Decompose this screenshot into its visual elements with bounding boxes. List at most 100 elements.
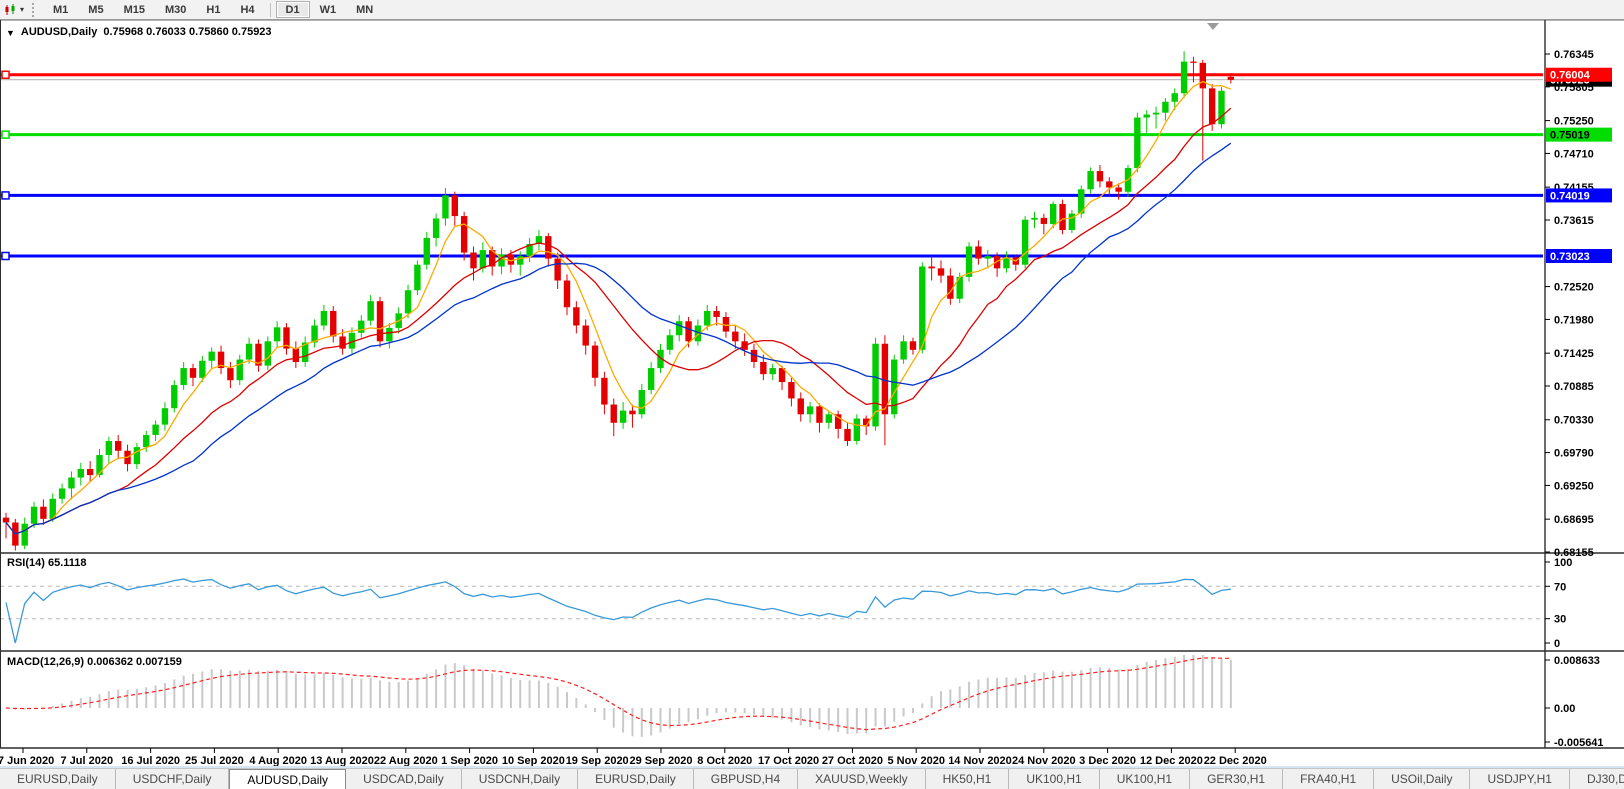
- date-axis-label: 22 Dec 2020: [1204, 755, 1267, 766]
- bear-candle: [713, 310, 720, 317]
- candlestick-chart-icon: [5, 3, 15, 15]
- bull-candle: [30, 506, 38, 524]
- bull-candle: [984, 256, 991, 259]
- bull-candle: [676, 321, 683, 336]
- price-axis-tick: 0.76345: [1554, 49, 1594, 61]
- chart-tab-USDCNH-Daily[interactable]: USDCNH,Daily: [462, 769, 579, 789]
- bull-candle: [96, 455, 103, 476]
- date-axis-label: 24 Nov 2020: [1012, 755, 1076, 766]
- date-axis-label: 10 Sep 2020: [502, 755, 565, 766]
- line-drag-handle[interactable]: [1, 251, 10, 261]
- macd-axis-tick: -0.005641: [1554, 737, 1604, 749]
- chart-tab-UK100-H1[interactable]: UK100,H1: [1100, 769, 1191, 789]
- chart-tab-GBPUSD-H4[interactable]: GBPUSD,H4: [694, 769, 799, 789]
- price-chart-canvas[interactable]: 0.763450.758050.752500.747100.741550.736…: [0, 0, 1624, 766]
- bear-candle: [554, 258, 561, 281]
- price-axis-tick: 0.71425: [1554, 348, 1594, 360]
- bull-candle: [245, 343, 253, 360]
- bull-candle: [58, 488, 66, 499]
- chart-title-ohlc: 0.75968 0.76033 0.75860 0.75923: [103, 26, 272, 38]
- chart-tab-USOil-Daily[interactable]: USOil,Daily: [1374, 769, 1471, 789]
- bear-candle: [507, 254, 515, 265]
- bull-candle: [404, 290, 412, 314]
- chart-tab-XAUUSD-Weekly[interactable]: XAUUSD,Weekly: [798, 769, 926, 789]
- timeframe-button-M15[interactable]: M15: [114, 1, 155, 18]
- price-axis-tick: 0.75250: [1554, 116, 1594, 128]
- toolbar-grip[interactable]: [32, 2, 39, 17]
- chart-tab-GER30-H1[interactable]: GER30,H1: [1190, 769, 1284, 789]
- bull-candle: [180, 368, 187, 386]
- line-drag-handle[interactable]: [1, 130, 10, 139]
- bull-candle: [1134, 117, 1141, 169]
- chart-type-dropdown[interactable]: ▾: [0, 1, 28, 19]
- macd-axis-tick: 0.00: [1554, 703, 1575, 715]
- timeframe-button-H1[interactable]: H1: [196, 1, 230, 18]
- chart-tab-HK50-H1[interactable]: HK50,H1: [926, 769, 1010, 789]
- line-drag-handle[interactable]: [1, 70, 10, 79]
- bull-candle: [1162, 101, 1169, 113]
- timeframe-button-H4[interactable]: H4: [230, 1, 264, 18]
- chart-tab-USDCHF-Daily[interactable]: USDCHF,Daily: [116, 769, 230, 789]
- chart-tab-EURUSD-Daily[interactable]: EURUSD,Daily: [578, 769, 694, 789]
- date-axis: 27 Jun 2020 7 Jul 2020 16 Jul 2020 25 Jul 2…: [0, 748, 1267, 766]
- bear-candle: [189, 368, 197, 378]
- timeframe-button-W1[interactable]: W1: [310, 1, 347, 18]
- bull-candle: [647, 368, 655, 390]
- bear-candle: [470, 252, 477, 269]
- bull-candle: [208, 351, 215, 361]
- timeframe-buttons: M1 M5 M15 M30 H1 H4 D1 W1 MN: [43, 1, 383, 18]
- timeframe-button-MN[interactable]: MN: [346, 1, 383, 18]
- bear-candle: [1106, 181, 1113, 188]
- date-axis-label: 19 Sep 2020: [566, 755, 629, 766]
- bull-candle: [900, 341, 907, 360]
- chart-tabs: EURUSD,Daily USDCHF,Daily AUDUSD,Daily USDC…: [0, 769, 1624, 789]
- price-axis-tick: 0.72520: [1554, 282, 1594, 294]
- price-axis-tick: 0.74710: [1554, 148, 1594, 160]
- chart-tab-USDJPY-H1[interactable]: USDJPY,H1: [1470, 769, 1570, 789]
- timeframe-button-M1[interactable]: M1: [43, 1, 78, 18]
- date-axis-label: 13 Aug 2020: [310, 755, 374, 766]
- bear-candle: [601, 377, 608, 405]
- bull-candle: [442, 195, 449, 219]
- price-axis-tick: 0.73615: [1554, 215, 1594, 227]
- bear-candle: [1227, 76, 1235, 80]
- bear-candle: [1199, 62, 1206, 89]
- bear-candle: [292, 348, 300, 362]
- bull-candle: [264, 341, 271, 366]
- timeframe-button-M5[interactable]: M5: [78, 1, 113, 18]
- bull-candle: [152, 424, 159, 435]
- collapse-triangle-icon[interactable]: ▼: [6, 28, 15, 38]
- bull-candle: [105, 441, 113, 456]
- bear-candle: [1040, 217, 1048, 224]
- bull-candle: [1171, 93, 1178, 102]
- chart-title: ▼ AUDUSD,Daily 0.75968 0.76033 0.75860 0…: [6, 26, 272, 38]
- bear-candle: [376, 301, 384, 342]
- bear-candle: [460, 216, 468, 253]
- bull-candle: [806, 406, 814, 415]
- line-drag-handle[interactable]: [1, 191, 10, 200]
- bull-candle: [1003, 257, 1010, 269]
- timeframe-button-D1[interactable]: D1: [275, 1, 310, 18]
- chart-tab-USDCAD-Daily[interactable]: USDCAD,Daily: [346, 769, 462, 789]
- bull-candle: [853, 418, 861, 442]
- bull-candle: [133, 447, 141, 465]
- bear-candle: [937, 268, 945, 276]
- bear-candle: [797, 398, 804, 415]
- bear-candle: [227, 368, 234, 381]
- bull-candle: [619, 410, 627, 423]
- bear-candle: [844, 428, 851, 442]
- date-axis-label: 5 Nov 2020: [887, 755, 944, 766]
- bull-candle: [320, 310, 328, 326]
- chart-tab-FRA40-H1[interactable]: FRA40,H1: [1283, 769, 1375, 789]
- chart-tab-AUDUSD-Daily[interactable]: AUDUSD,Daily: [229, 769, 347, 789]
- chart-tab-EURUSD-Daily[interactable]: EURUSD,Daily: [0, 769, 116, 789]
- chart-tab-UK100-H1[interactable]: UK100,H1: [1009, 769, 1100, 789]
- timeframe-button-M30[interactable]: M30: [155, 1, 196, 18]
- svg-text:0.76004: 0.76004: [1550, 70, 1591, 82]
- bull-candle: [68, 477, 75, 489]
- bull-candle: [171, 385, 178, 409]
- chart-tab-DJ30-Daily[interactable]: DJ30,Daily: [1570, 769, 1624, 789]
- date-axis-label: 7 Jul 2020: [61, 755, 114, 766]
- bear-candle: [788, 382, 795, 399]
- price-axis-tick: 0.68695: [1554, 514, 1594, 526]
